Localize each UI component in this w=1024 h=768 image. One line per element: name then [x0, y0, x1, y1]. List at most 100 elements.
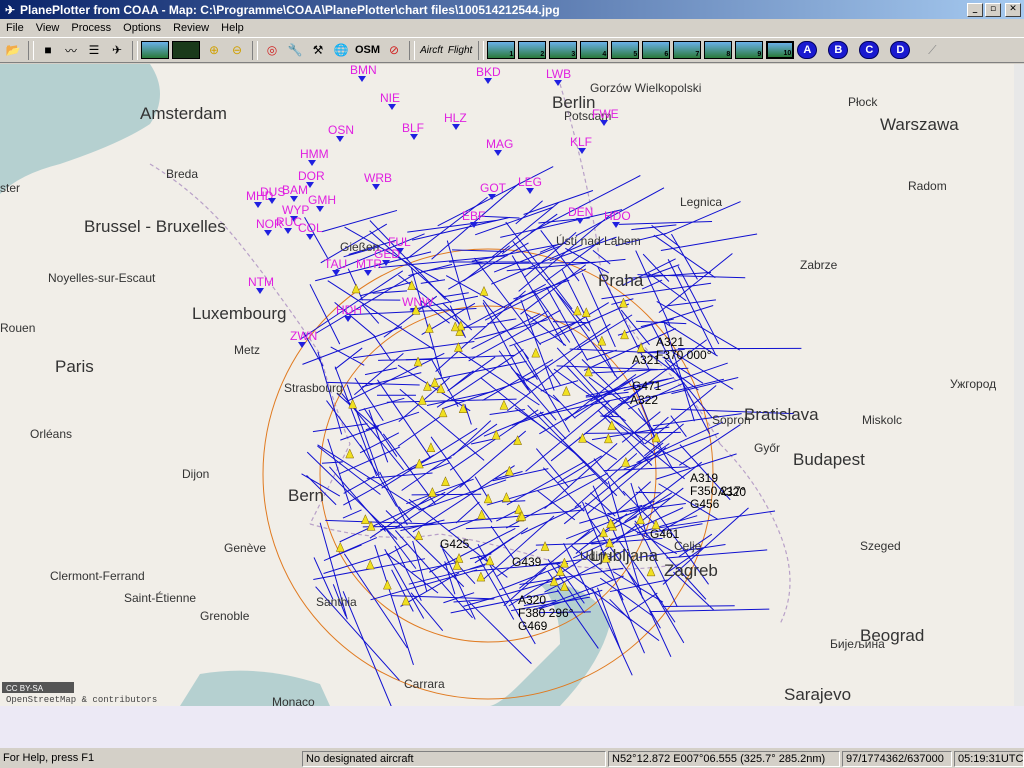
menu-file[interactable]: File [0, 22, 30, 34]
map-view-icon[interactable] [141, 41, 169, 59]
track-line [346, 384, 380, 476]
flight-filter-button[interactable]: Flight [446, 40, 474, 61]
no-map-icon[interactable]: ⊘ [383, 40, 405, 61]
aircraft-marker[interactable] [428, 486, 437, 497]
aircraft-type-label: A319 [690, 471, 718, 485]
chart-button-3[interactable]: 3 [549, 41, 578, 59]
track-line [382, 524, 417, 569]
aircraft-marker[interactable] [573, 305, 582, 316]
aircraft-marker[interactable] [382, 579, 392, 590]
aircraft-marker[interactable] [619, 297, 628, 308]
tools-icon[interactable]: ⚒ [307, 40, 329, 61]
menu-options[interactable]: Options [117, 22, 167, 34]
chart-button-10[interactable]: 10 [766, 41, 795, 59]
waypoint-label: KLF [570, 135, 592, 149]
track-line [501, 213, 558, 255]
aircraft-marker[interactable] [597, 335, 607, 346]
zoom-in-icon[interactable]: ⊕ [203, 40, 225, 61]
aircraft-marker[interactable] [438, 407, 448, 418]
zoom-out-icon[interactable]: ⊖ [226, 40, 248, 61]
aircraft-marker[interactable] [499, 399, 509, 410]
waveform-icon[interactable]: 〰 [60, 40, 82, 61]
close-button[interactable]: ✕ [1005, 2, 1021, 17]
aircraft-marker[interactable] [414, 530, 424, 541]
chart-button-9[interactable]: 9 [735, 41, 764, 59]
aircraft-marker[interactable] [483, 493, 493, 504]
aircraft-marker[interactable] [407, 280, 417, 290]
chart-button-2[interactable]: 2 [518, 41, 547, 59]
city-label: Szeged [860, 539, 901, 553]
aircraft-marker[interactable] [360, 514, 370, 524]
aircraft-marker[interactable] [426, 442, 436, 453]
city-label: Saint-Étienne [124, 590, 196, 605]
chart-button-8[interactable]: 8 [704, 41, 733, 59]
map-view[interactable]: Amsterdam Berlin Warszawa Brussel - Bruxell… [0, 64, 1014, 706]
waypoint-label: MAG [486, 137, 513, 151]
open-folder-icon[interactable]: 📂 [2, 40, 24, 61]
menu-view[interactable]: View [30, 22, 66, 34]
aircraft-marker[interactable] [599, 527, 608, 538]
airplane-icon[interactable]: ✈ [106, 40, 128, 61]
resize-grip-icon[interactable]: ⟋ [921, 40, 943, 61]
city-label: Płock [848, 95, 878, 109]
toolbar-separator [478, 40, 485, 60]
osm-button[interactable]: OSM [353, 40, 382, 61]
waypoint-label: WNW [402, 295, 434, 309]
menu-process[interactable]: Process [65, 22, 117, 34]
radar-view-icon[interactable] [172, 41, 200, 59]
city-label: Santhia [316, 595, 357, 609]
chart-button-7[interactable]: 7 [673, 41, 702, 59]
layer-button-c[interactable]: C [859, 41, 880, 59]
target-icon[interactable]: ◎ [261, 40, 283, 61]
stop-icon[interactable]: ■ [37, 40, 59, 61]
aircraft-marker[interactable] [417, 394, 427, 405]
track-line [565, 247, 610, 274]
aircraft-marker[interactable] [621, 456, 631, 467]
aircraft-marker[interactable] [540, 540, 550, 551]
aircraft-marker[interactable] [335, 541, 345, 552]
aircraft-marker[interactable] [476, 571, 486, 582]
aircraft-id-label: G471 [632, 379, 662, 393]
aircraft-marker[interactable] [441, 476, 450, 487]
chart-button-4[interactable]: 4 [580, 41, 609, 59]
chart-button-6[interactable]: 6 [642, 41, 671, 59]
aircraft-marker[interactable] [365, 559, 375, 570]
maximize-button[interactable]: ▫ [985, 2, 1001, 17]
status-bar: For Help, press F1 No designated aircraf… [0, 750, 1024, 768]
layer-button-a[interactable]: A [797, 41, 818, 59]
chart-button-1[interactable]: 1 [487, 41, 516, 59]
aircraft-marker[interactable] [560, 557, 569, 568]
track-line [620, 309, 650, 346]
status-help: For Help, press F1 [3, 752, 95, 764]
aircraft-marker[interactable] [603, 433, 613, 444]
aircraft-marker[interactable] [561, 385, 571, 396]
chart-button-5[interactable]: 5 [611, 41, 640, 59]
vertical-scrollbar[interactable] [1014, 64, 1024, 706]
aircraft-marker[interactable] [502, 491, 511, 502]
aircraft-marker[interactable] [401, 595, 411, 606]
city-label: Carrara [404, 677, 445, 691]
layer-button-d[interactable]: D [890, 41, 911, 59]
track-line [523, 353, 570, 433]
list-icon[interactable]: ☰ [83, 40, 105, 61]
globe-icon[interactable]: 🌐 [330, 40, 352, 61]
aircraft-marker[interactable] [491, 429, 501, 440]
track-line [364, 367, 398, 376]
map-canvas[interactable]: AmsterdamBerlinWarszawaBrussel - Bruxell… [0, 64, 1014, 706]
menu-help[interactable]: Help [215, 22, 250, 34]
waypoint-label: BMN [350, 64, 377, 77]
aircraft-marker[interactable] [414, 458, 424, 469]
status-designated: No designated aircraft [302, 751, 606, 767]
aircraft-marker[interactable] [479, 285, 489, 296]
minimize-button[interactable]: _ [967, 2, 983, 17]
aircraft-marker[interactable] [351, 283, 361, 294]
aircraft-filter-button[interactable]: Aircft [418, 40, 445, 61]
track-line [552, 321, 591, 324]
menu-review[interactable]: Review [167, 22, 215, 34]
wrench-icon[interactable]: 🔧 [284, 40, 306, 61]
layer-button-b[interactable]: B [828, 41, 849, 59]
aircraft-marker[interactable] [531, 347, 541, 358]
city-label: Grenoble [200, 609, 250, 623]
aircraft-marker[interactable] [450, 321, 460, 332]
aircraft-marker[interactable] [413, 356, 423, 367]
